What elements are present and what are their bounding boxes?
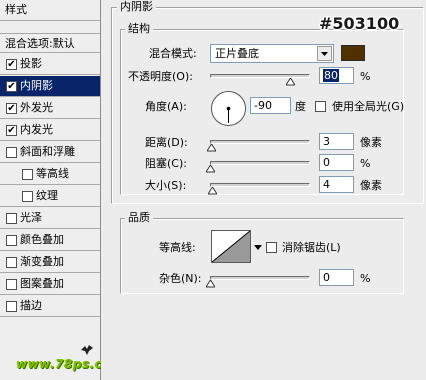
opacity-input[interactable]: 80 — [319, 67, 354, 84]
blend-mode-value: 正片叠底 — [215, 47, 259, 60]
style-item-label: 颜色叠加 — [20, 233, 64, 246]
distance-slider-thumb[interactable] — [206, 142, 218, 152]
global-light-checkbox[interactable] — [315, 101, 326, 112]
shadow-color-swatch[interactable] — [341, 45, 365, 61]
distance-unit: 像素 — [360, 136, 382, 149]
style-item[interactable]: 纹理 — [0, 186, 100, 207]
style-item-label: 渐变叠加 — [20, 255, 64, 268]
style-item[interactable]: 图案叠加 — [0, 274, 100, 295]
style-item-checkbox[interactable]: ✔ — [6, 81, 17, 92]
bird-icon — [81, 345, 93, 355]
style-item-label: 描边 — [20, 299, 42, 312]
style-item[interactable]: ✔ 内阴影 — [0, 76, 100, 97]
angle-value: -90 — [254, 99, 272, 112]
styles-header[interactable]: 样式 — [0, 0, 100, 21]
style-item[interactable]: ✔ 外发光 — [0, 98, 100, 119]
opacity-slider-thumb[interactable] — [285, 76, 296, 86]
style-item-label: 图案叠加 — [20, 277, 64, 290]
blend-options-item[interactable]: 混合选项:默认 — [0, 33, 100, 53]
style-item-label: 内发光 — [20, 123, 53, 136]
style-item[interactable]: 描边 — [0, 296, 100, 317]
angle-dial[interactable] — [211, 91, 246, 126]
color-annotation: #503100 — [319, 14, 400, 33]
choke-input[interactable]: 0 — [319, 154, 354, 171]
distance-slider[interactable] — [210, 140, 310, 144]
styles-list-panel: 样式 混合选项:默认 ✔ 投影 ✔ 内阴影 ✔ 外发光 ✔ 内发光 斜面和浮雕 等高线 纹理 光泽 颜色… — [0, 0, 123, 380]
noise-input[interactable]: 0 — [319, 269, 354, 286]
blend-mode-label: 混合模式: — [149, 47, 197, 60]
style-item[interactable]: 光泽 — [0, 208, 100, 229]
blend-options-label: 混合选项:默认 — [5, 37, 75, 50]
angle-label: 角度(A): — [145, 100, 187, 113]
quality-title: 品质 — [125, 212, 153, 224]
size-input[interactable]: 4 — [319, 176, 354, 193]
style-item[interactable]: 等高线 — [0, 164, 100, 185]
noise-slider-thumb[interactable] — [205, 278, 216, 288]
style-item-label: 纹理 — [36, 189, 58, 202]
choke-slider-thumb[interactable] — [205, 163, 216, 173]
styles-header-label: 样式 — [5, 3, 27, 16]
style-item-checkbox[interactable]: ✔ — [6, 125, 17, 136]
distance-value: 3 — [323, 135, 330, 148]
opacity-unit: % — [360, 70, 371, 83]
style-item-label: 等高线 — [36, 167, 69, 180]
style-item-checkbox[interactable] — [22, 191, 33, 202]
style-item[interactable]: 颜色叠加 — [0, 230, 100, 251]
contour-dropdown-icon[interactable] — [254, 243, 262, 251]
style-item-checkbox[interactable] — [6, 301, 17, 312]
style-item-checkbox[interactable] — [22, 169, 33, 180]
style-item-label: 内阴影 — [20, 79, 53, 92]
opacity-value: 80 — [323, 69, 339, 82]
structure-title: 结构 — [125, 23, 153, 35]
contour-preview[interactable] — [211, 230, 251, 263]
style-item[interactable]: 斜面和浮雕 — [0, 142, 100, 163]
inner-shadow-title: 内阴影 — [117, 1, 156, 13]
style-item-checkbox[interactable] — [6, 279, 17, 290]
style-item[interactable]: ✔ 内发光 — [0, 120, 100, 141]
noise-slider[interactable] — [210, 276, 310, 280]
size-unit: 像素 — [360, 179, 382, 192]
style-item[interactable]: 渐变叠加 — [0, 252, 100, 273]
choke-unit: % — [360, 157, 371, 170]
choke-slider[interactable] — [210, 161, 310, 165]
size-slider[interactable] — [210, 183, 310, 187]
style-item-label: 外发光 — [20, 101, 53, 114]
choke-value: 0 — [323, 156, 330, 169]
inner-shadow-settings: 内阴影 结构 #503100 混合模式: 正片叠底 不透明度(O): 80 % … — [101, 0, 426, 380]
style-item-checkbox[interactable] — [6, 147, 17, 158]
angle-input[interactable]: -90 — [250, 97, 291, 114]
style-item-label: 投影 — [20, 57, 42, 70]
anti-alias-label: 消除锯齿(L) — [282, 241, 341, 254]
chevron-down-icon[interactable] — [317, 46, 332, 61]
opacity-label: 不透明度(O): — [128, 70, 193, 83]
style-item-checkbox[interactable] — [6, 213, 17, 224]
opacity-slider[interactable] — [210, 74, 310, 78]
style-item[interactable]: ✔ 投影 — [0, 54, 100, 75]
style-item-label: 光泽 — [20, 211, 42, 224]
noise-unit: % — [360, 272, 371, 285]
style-item-label: 斜面和浮雕 — [20, 145, 75, 158]
style-item-checkbox[interactable] — [6, 257, 17, 268]
blend-mode-select[interactable]: 正片叠底 — [210, 44, 334, 63]
size-value: 4 — [323, 178, 330, 191]
noise-value: 0 — [323, 271, 330, 284]
anti-alias-checkbox[interactable] — [266, 242, 277, 253]
noise-label: 杂色(N): — [159, 272, 202, 285]
distance-label: 距离(D): — [145, 136, 188, 149]
style-item-checkbox[interactable]: ✔ — [6, 59, 17, 70]
contour-label: 等高线: — [159, 241, 196, 254]
angle-unit: 度 — [295, 100, 306, 113]
style-item-checkbox[interactable]: ✔ — [6, 103, 17, 114]
global-light-label: 使用全局光(G) — [332, 100, 405, 113]
choke-label: 阻塞(C): — [145, 157, 187, 170]
style-item-checkbox[interactable] — [6, 235, 17, 246]
size-slider-thumb[interactable] — [206, 185, 218, 195]
size-label: 大小(S): — [145, 179, 187, 192]
site-logo: www.78ps.com — [0, 340, 123, 380]
distance-input[interactable]: 3 — [319, 133, 354, 150]
